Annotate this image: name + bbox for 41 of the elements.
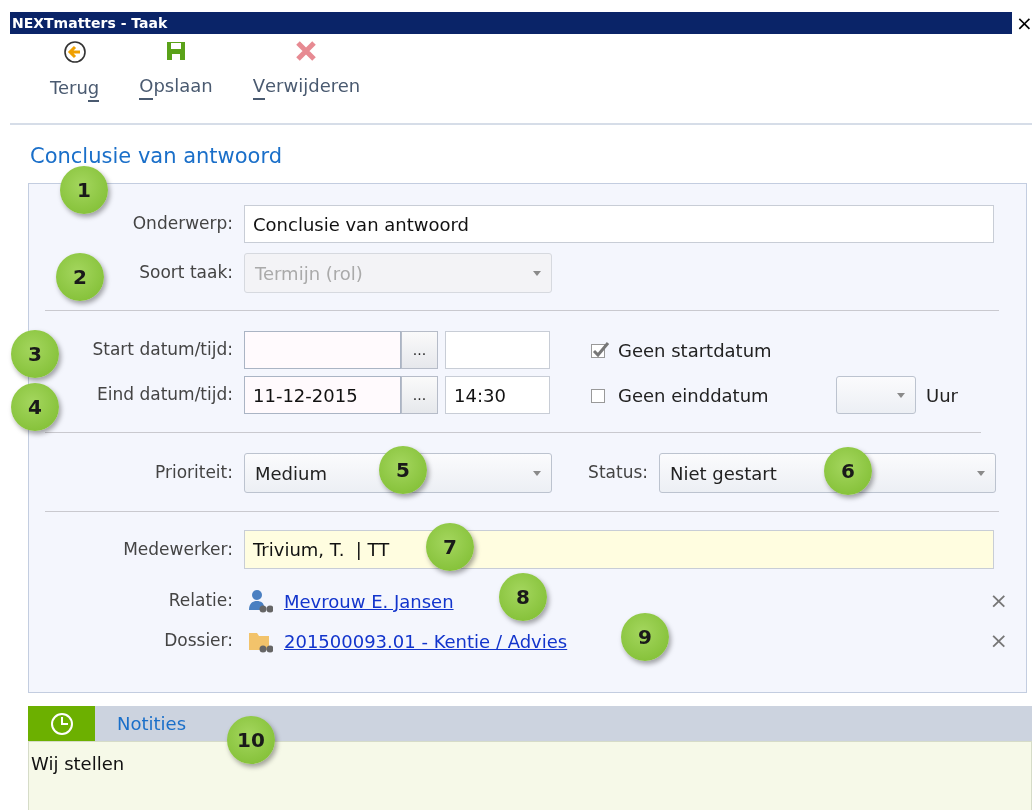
caret-icon	[533, 470, 541, 476]
unit-label: Uur	[926, 383, 958, 408]
date-field[interactable]	[244, 331, 401, 369]
checkbox-label: Geen startdatum	[618, 338, 772, 363]
date-picker-button[interactable]: ...	[401, 331, 438, 369]
clock-icon	[49, 711, 74, 736]
callout-badge: 4	[11, 383, 59, 431]
field-label: Dossier:	[164, 629, 233, 653]
date-field[interactable]: 11-12-2015	[244, 376, 401, 414]
record-link[interactable]: Mevrouw E. Jansen	[284, 587, 454, 615]
time-field[interactable]	[445, 331, 550, 369]
caret-icon	[533, 270, 541, 276]
delete-button[interactable]: Verwijderen	[242, 34, 371, 123]
caret-icon	[897, 392, 905, 398]
checkbox-label: Geen einddatum	[618, 383, 769, 408]
subject-field[interactable]: Conclusie van antwoord	[244, 205, 994, 243]
field-label: Start datum/tijd:	[92, 338, 233, 362]
field-label: Prioriteit:	[154, 461, 233, 485]
history-tab[interactable]	[28, 706, 95, 741]
remove-button[interactable]: ×	[989, 630, 1008, 652]
back-button[interactable]: Terug	[40, 34, 110, 123]
hour-dropdown[interactable]	[836, 376, 916, 414]
remove-button[interactable]: ×	[989, 590, 1008, 612]
save-button[interactable]: Opslaan	[129, 34, 223, 123]
time-field[interactable]: 14:30	[445, 376, 550, 414]
callout-badge: 3	[11, 330, 59, 378]
record-link[interactable]: 201500093.01 - Kentie / Advies	[284, 627, 568, 655]
caret-icon	[977, 470, 985, 476]
date-picker-button[interactable]: ...	[401, 376, 438, 414]
task-type-dropdown: Termijn (rol)	[244, 253, 552, 293]
field-label: Medewerker:	[123, 537, 233, 561]
window-title: NEXTmatters - Taak	[10, 12, 1012, 34]
checkbox[interactable]	[590, 341, 610, 359]
field-label: Status:	[588, 461, 648, 485]
person-binoculars-icon	[247, 588, 273, 614]
field-label: Soort taak:	[139, 261, 233, 285]
field-label: Onderwerp:	[132, 212, 233, 236]
field-label: Relatie:	[168, 589, 233, 613]
delete-x-icon	[295, 40, 318, 62]
callout-badge: 1	[60, 166, 108, 214]
field-label: Eind datum/tijd:	[97, 383, 233, 407]
